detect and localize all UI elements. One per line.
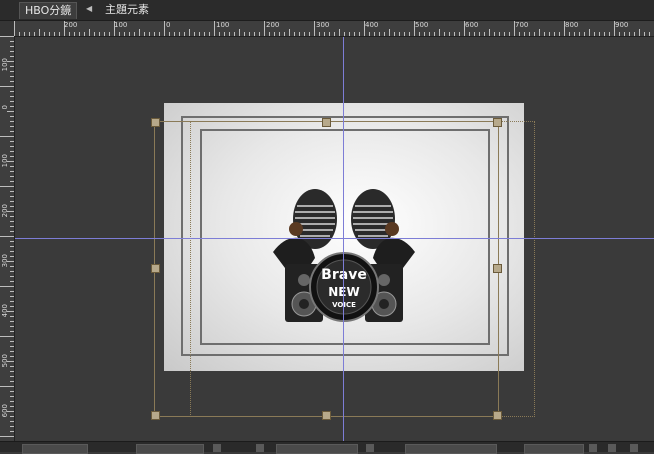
vertical-ruler[interactable]: 100 0 100 200 300 400 500 600 [0, 36, 15, 441]
resize-handle-middle-right[interactable] [493, 264, 502, 273]
ruler-h-label: 900 [615, 21, 629, 29]
ruler-v-label: 500 [1, 354, 9, 368]
vertical-guide[interactable] [343, 37, 344, 441]
view-field[interactable] [524, 444, 584, 454]
ruler-h-label: 0 [166, 21, 171, 29]
ruler-v-label: 100 [1, 154, 9, 168]
document-tab-bar: HBO分鏡 ◀ 主題元素 [0, 0, 654, 21]
resize-handle-bottom-right[interactable] [493, 411, 502, 420]
document-canvas[interactable]: Brave NEW VOICE [15, 37, 654, 441]
vertical-ruler-ticks [0, 36, 14, 437]
ruler-h-label: 600 [465, 21, 479, 29]
resize-handle-middle-left[interactable] [151, 264, 160, 273]
ruler-v-label: 400 [1, 304, 9, 318]
resize-handle-top-right[interactable] [493, 118, 502, 127]
tab-arrow-left-icon[interactable]: ◀ [86, 4, 92, 13]
tab-hbo-storyboard[interactable]: HBO分鏡 [19, 2, 78, 19]
preview-field[interactable] [405, 444, 497, 454]
ruler-h-label: 500 [415, 21, 429, 29]
ruler-v-label: 0 [1, 105, 9, 110]
ruler-h-label: 400 [365, 21, 379, 29]
ruler-h-label: 100 [114, 21, 128, 29]
tab-theme-elements[interactable]: 主題元素 [100, 2, 154, 18]
ruler-h-label: 200 [64, 21, 78, 29]
ruler-h-label: 300 [316, 21, 330, 29]
horizontal-ruler[interactable]: 200 100 0 100 200 300 400 500 600 700 80… [14, 21, 654, 37]
page-field[interactable] [136, 444, 204, 454]
status-bar [0, 441, 654, 454]
ruler-v-label: 300 [1, 254, 9, 268]
ruler-h-label: 700 [515, 21, 529, 29]
resize-handle-bottom-left[interactable] [151, 411, 160, 420]
layer-field[interactable] [276, 444, 358, 454]
ruler-v-label: 600 [1, 404, 9, 418]
ruler-v-label: 200 [1, 204, 9, 218]
ruler-h-label: 200 [266, 21, 280, 29]
selection-offset-box [190, 121, 535, 417]
horizontal-guide[interactable] [15, 238, 654, 239]
horizontal-ruler-ticks [14, 21, 650, 36]
ruler-h-label: 100 [216, 21, 230, 29]
resize-handle-bottom-center[interactable] [322, 411, 331, 420]
ruler-v-label: 100 [1, 58, 9, 72]
ruler-h-label: 800 [565, 21, 579, 29]
resize-handle-top-center[interactable] [322, 118, 331, 127]
ruler-corner [0, 21, 14, 36]
zoom-field[interactable] [22, 444, 88, 454]
resize-handle-top-left[interactable] [151, 118, 160, 127]
